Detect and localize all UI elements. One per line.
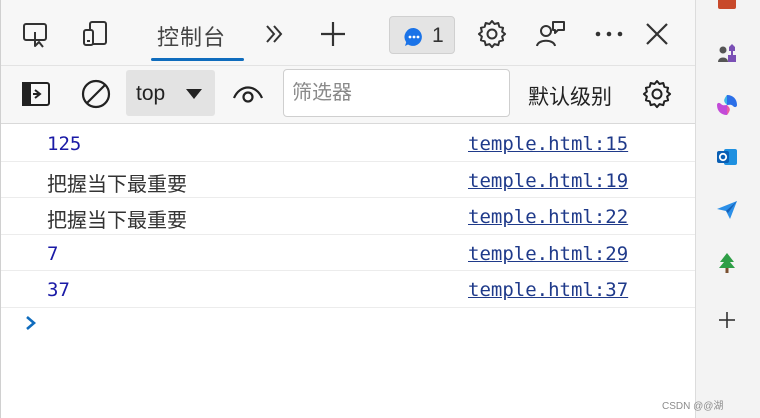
add-icon[interactable]	[713, 306, 741, 334]
caret-down-icon	[186, 89, 202, 99]
issues-count: 1	[432, 24, 444, 47]
message-text: 125	[47, 133, 82, 155]
source-link[interactable]: temple.html:29	[468, 243, 628, 265]
console-toolbar: top 默认级别	[1, 66, 696, 124]
sidebar-toggle-icon[interactable]	[18, 76, 54, 112]
tree-icon[interactable]	[713, 249, 741, 277]
app-root: 控制台 1 top 筛选器 默认级别 125 temple.html:15 把握…	[0, 0, 760, 418]
tab-console-label: 控制台	[157, 25, 227, 50]
close-icon[interactable]	[639, 16, 675, 52]
console-messages: 125 temple.html:15 把握当下最重要 temple.html:1…	[1, 125, 696, 308]
context-value: top	[136, 82, 166, 105]
copilot-icon[interactable]	[713, 91, 741, 119]
feedback-icon[interactable]	[533, 16, 569, 52]
watermark-text: CSDN @@湖	[662, 401, 724, 412]
console-settings-gear-icon[interactable]	[639, 76, 675, 112]
send-icon[interactable]	[713, 196, 741, 224]
console-message: 把握当下最重要 temple.html:22	[1, 198, 696, 235]
inspect-element-icon[interactable]	[18, 16, 54, 52]
more-options-icon[interactable]	[591, 16, 627, 52]
message-text: 把握当下最重要	[47, 208, 187, 232]
console-prompt-chevron-icon[interactable]	[23, 313, 43, 333]
console-message: 7 temple.html:29	[1, 235, 696, 271]
chess-icon[interactable]	[713, 39, 741, 67]
devtools-tab-bar: 控制台 1	[1, 0, 696, 66]
devtools-panel: 控制台 1 top 筛选器 默认级别 125 temple.html:15 把握…	[0, 0, 696, 418]
source-link[interactable]: temple.html:15	[468, 133, 628, 155]
active-tab-indicator	[151, 58, 244, 61]
console-message: 37 temple.html:37	[1, 271, 696, 308]
chat-bubble-icon	[403, 26, 425, 53]
toolbox-icon[interactable]	[713, 0, 741, 16]
console-message: 125 temple.html:15	[1, 125, 696, 162]
console-message: 把握当下最重要 temple.html:19	[1, 162, 696, 198]
add-tab-icon[interactable]	[315, 16, 351, 52]
device-emulation-icon[interactable]	[78, 16, 114, 52]
source-link[interactable]: temple.html:22	[468, 206, 628, 228]
live-expression-eye-icon[interactable]	[230, 76, 266, 112]
message-text: 37	[47, 279, 70, 301]
issues-button[interactable]: 1	[389, 16, 455, 54]
clear-console-icon[interactable]	[78, 76, 114, 112]
settings-gear-icon[interactable]	[474, 16, 510, 52]
source-link[interactable]: temple.html:37	[468, 279, 628, 301]
log-levels-dropdown[interactable]: 默认级别	[528, 81, 612, 111]
more-tabs-chevron-icon[interactable]	[256, 16, 292, 52]
filter-input[interactable]	[283, 69, 510, 117]
browser-sidebar	[695, 0, 760, 418]
message-text: 7	[47, 242, 59, 265]
source-link[interactable]: temple.html:19	[468, 170, 628, 192]
message-text: 把握当下最重要	[47, 171, 187, 196]
outlook-icon[interactable]	[713, 143, 741, 171]
context-selector[interactable]: top	[126, 70, 215, 116]
tab-console[interactable]: 控制台	[141, 0, 245, 66]
